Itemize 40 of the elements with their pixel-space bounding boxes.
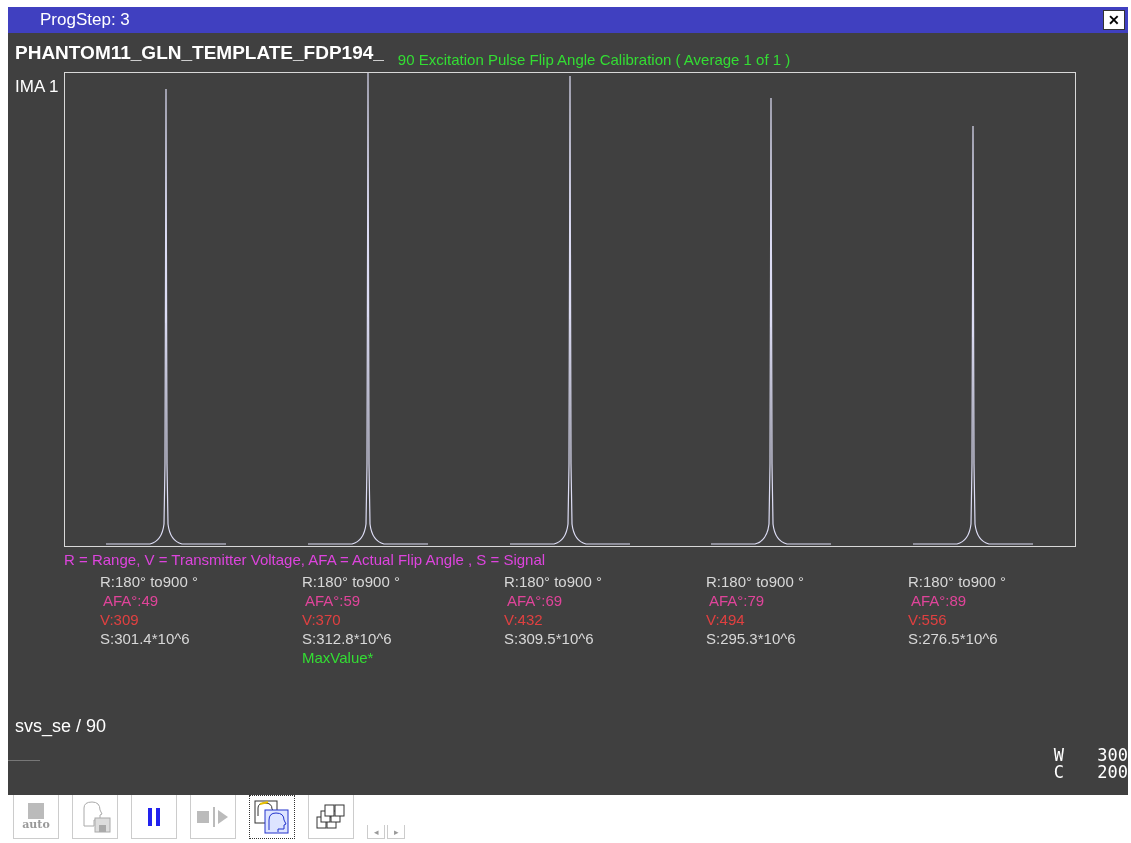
flip-angle-text: AFA°:89 (910, 590, 968, 610)
scroll-button[interactable]: ◂ (367, 825, 385, 839)
protocol-title: PHANTOM11_GLN_TEMPLATE_FDP194_ (14, 41, 384, 65)
signal-text: S:276.5*10^6 (908, 628, 999, 648)
level-label: W (1053, 747, 1064, 764)
chart-title: 90 Excitation Pulse Flip Angle Calibration ( Average 1 of 1 ) (397, 50, 791, 70)
signal-text: S:309.5*10^6 (504, 628, 595, 648)
signal-text: S:312.8*10^6 (302, 628, 393, 648)
voltage-text: V:432 (504, 609, 544, 629)
voltage-text: V:494 (706, 609, 746, 629)
flip-angle-text: AFA°:79 (708, 590, 766, 610)
level-label: C (1053, 764, 1064, 781)
scroll-button[interactable]: ▸ (387, 825, 405, 839)
toolbar-button[interactable] (249, 795, 295, 839)
head-view-icon (254, 800, 290, 834)
stack-icon (315, 802, 347, 831)
legend-text: R = Range, V = Transmitter Voltage, AFA = Actual Flip Angle , S = Signal (64, 550, 546, 568)
range-text: R:180° to900 ° (706, 571, 805, 591)
level-value: 300 (1096, 747, 1128, 764)
close-button[interactable]: ✕ (1103, 10, 1125, 30)
flip-angle-text: AFA°:59 (304, 590, 362, 610)
signal-text: S:301.4*10^6 (100, 628, 191, 648)
max-value-label: MaxValue* (302, 647, 375, 667)
pause-icon (147, 807, 161, 826)
voltage-text: V:309 (100, 609, 140, 629)
image-label: IMA 1 (14, 75, 60, 98)
level-value: 200 (1096, 764, 1128, 781)
voltage-text: V:370 (302, 609, 342, 629)
signal-text: S:295.3*10^6 (706, 628, 797, 648)
range-text: R:180° to900 ° (100, 571, 199, 591)
range-text: R:180° to900 ° (302, 571, 401, 591)
voltage-text: V:556 (908, 609, 948, 629)
sequence-label: svs_se / 90 (14, 715, 107, 739)
range-text: R:180° to900 ° (908, 571, 1007, 591)
flip-angle-text: AFA°:69 (506, 590, 564, 610)
range-text: R:180° to900 ° (504, 571, 603, 591)
flip-angle-text: AFA°:49 (102, 590, 160, 610)
window-title: ProgStep: 3 (40, 9, 130, 32)
stop-icon (27, 803, 45, 819)
step-icon (196, 806, 230, 827)
